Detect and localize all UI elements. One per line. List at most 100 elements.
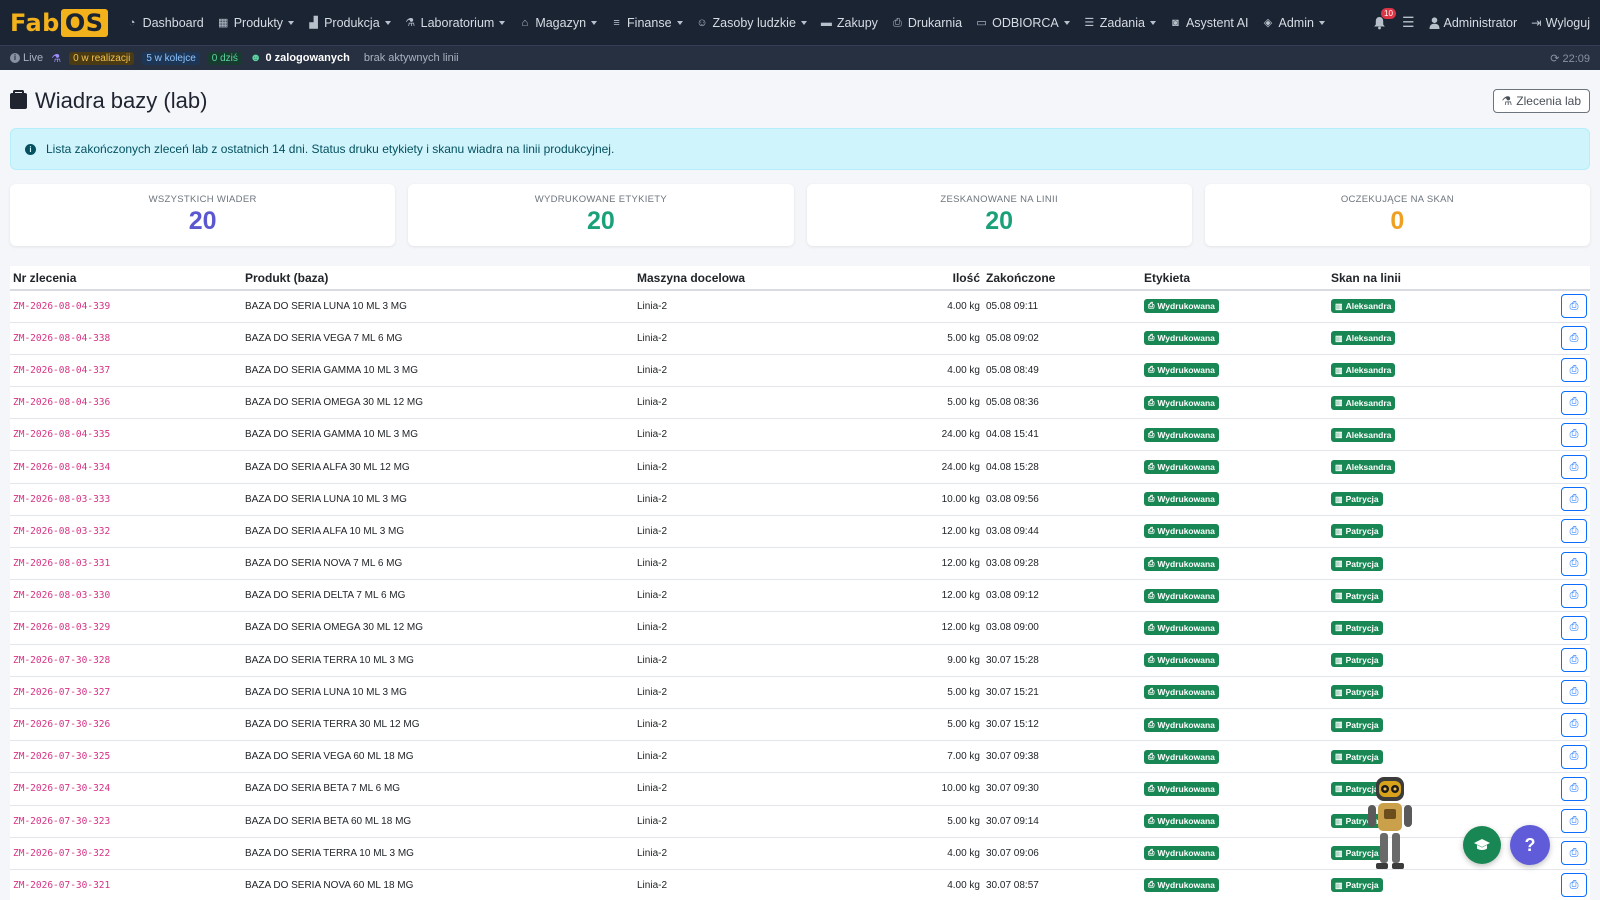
- reprint-label-button[interactable]: ⎙: [1561, 841, 1587, 866]
- printer-icon: ⎙: [1148, 365, 1155, 375]
- nav-item-laboratorium[interactable]: ⚗ Laboratorium: [404, 16, 506, 30]
- reprint-label-button[interactable]: ⎙: [1561, 551, 1587, 576]
- robot-mascot[interactable]: [1360, 775, 1420, 875]
- nav-item-label: Admin: [1278, 15, 1314, 30]
- order-number-link[interactable]: ZM-2026-07-30-326: [13, 719, 110, 730]
- page-title: Wiadra bazy (lab): [10, 88, 207, 114]
- column-header[interactable]: [1526, 266, 1590, 291]
- info-alert-text: Lista zakończonych zleceń lab z ostatnic…: [46, 142, 615, 156]
- app-logo[interactable]: Fab OS: [10, 8, 108, 38]
- order-number-link[interactable]: ZM-2026-07-30-324: [13, 783, 110, 794]
- order-number-link[interactable]: ZM-2026-08-04-339: [13, 301, 110, 312]
- logged-users: ☻ 0 zalogowanych: [250, 52, 350, 64]
- reprint-label-button[interactable]: ⎙: [1561, 744, 1587, 769]
- reprint-label-button[interactable]: ⎙: [1561, 326, 1587, 351]
- stat-cards: WSZYSTKICH WIADER 20 WYDRUKOWANE ETYKIETY 2…: [0, 170, 1600, 246]
- nav-item-admin[interactable]: ◈ Admin: [1262, 16, 1325, 30]
- order-number-link[interactable]: ZM-2026-08-03-332: [13, 526, 110, 537]
- product-name: BAZA DO SERIA LUNA 10 ML 3 MG: [245, 493, 407, 505]
- table-cell: Linia-2: [634, 450, 834, 484]
- order-number-link[interactable]: ZM-2026-08-04-336: [13, 397, 110, 408]
- page-header: Wiadra bazy (lab) ⚗ Zlecenia lab: [0, 70, 1600, 120]
- barcode-icon: ▥: [1335, 398, 1343, 408]
- column-header[interactable]: Etykieta: [1141, 266, 1328, 291]
- product-name: BAZA DO SERIA BETA 60 ML 18 MG: [245, 815, 412, 827]
- scan-operator-name: Patrycja: [1345, 494, 1379, 505]
- scan-operator-name: Aleksandra: [1345, 301, 1392, 312]
- column-header[interactable]: Produkt (baza): [242, 266, 634, 291]
- stat-value: 20: [188, 207, 217, 235]
- notifications-bell-icon[interactable]: 10: [1372, 7, 1396, 31]
- order-number-link[interactable]: ZM-2026-07-30-328: [13, 655, 110, 666]
- nav-item-asystent-ai[interactable]: ◙ Asystent AI: [1169, 16, 1248, 30]
- completed-date: 05.08 08:36: [986, 397, 1039, 409]
- nav-item-produkcja[interactable]: ▟ Produkcja: [307, 16, 391, 30]
- table-cell: 12.00 kg: [834, 611, 983, 645]
- order-number-link[interactable]: ZM-2026-08-03-330: [13, 590, 110, 601]
- scan-operator-name: Aleksandra: [1345, 462, 1392, 473]
- nav-item-odbiorca[interactable]: ▭ ODBIORCA: [975, 16, 1070, 30]
- label-status-text: Wydrukowana: [1157, 816, 1215, 827]
- product-name: BAZA DO SERIA GAMMA 10 ML 3 MG: [245, 364, 419, 376]
- column-header[interactable]: Maszyna docelowa: [634, 266, 834, 291]
- reprint-label-button[interactable]: ⎙: [1561, 294, 1587, 319]
- user-menu[interactable]: Administrator: [1429, 16, 1517, 30]
- reprint-label-button[interactable]: ⎙: [1561, 776, 1587, 801]
- nav-item-zadania[interactable]: ☰ Zadania: [1083, 16, 1156, 30]
- column-header[interactable]: Ilość: [834, 266, 983, 291]
- target-machine: Linia-2: [637, 429, 668, 441]
- completed-date: 30.07 15:28: [986, 654, 1039, 666]
- target-machine: Linia-2: [637, 719, 668, 731]
- order-number-link[interactable]: ZM-2026-07-30-321: [13, 880, 110, 891]
- academy-button[interactable]: [1463, 826, 1501, 864]
- help-button[interactable]: ?: [1510, 825, 1550, 865]
- nav-item-zasoby-ludzkie[interactable]: ☺ Zasoby ludzkie: [696, 16, 807, 30]
- order-number-link[interactable]: ZM-2026-07-30-325: [13, 751, 110, 762]
- label-status-text: Wydrukowana: [1157, 848, 1215, 859]
- reprint-label-button[interactable]: ⎙: [1561, 712, 1587, 737]
- reprint-label-button[interactable]: ⎙: [1561, 615, 1587, 640]
- order-number-link[interactable]: ZM-2026-08-03-331: [13, 558, 110, 569]
- reprint-label-button[interactable]: ⎙: [1561, 809, 1587, 834]
- order-number-link[interactable]: ZM-2026-08-04-338: [13, 333, 110, 344]
- order-number-link[interactable]: ZM-2026-08-04-337: [13, 365, 110, 376]
- reprint-label-button[interactable]: ⎙: [1561, 583, 1587, 608]
- reprint-label-button[interactable]: ⎙: [1561, 873, 1587, 898]
- target-machine: Linia-2: [637, 300, 668, 312]
- completed-date: 05.08 09:02: [986, 332, 1039, 344]
- column-header[interactable]: Nr zlecenia: [10, 266, 242, 291]
- logged-users-label: 0 zalogowanych: [265, 52, 350, 64]
- reprint-label-button[interactable]: ⎙: [1561, 519, 1587, 544]
- hamburger-menu-icon[interactable]: ☰: [1402, 14, 1415, 31]
- table-cell: ⎙: [1526, 611, 1590, 645]
- order-number-link[interactable]: ZM-2026-07-30-323: [13, 816, 110, 827]
- table-cell: ZM-2026-07-30-328: [10, 644, 242, 677]
- nav-item-finanse[interactable]: ≡ Finanse: [610, 16, 683, 30]
- order-number-link[interactable]: ZM-2026-07-30-327: [13, 687, 110, 698]
- logout-link[interactable]: ⇥ Wyloguj: [1531, 15, 1590, 31]
- nav-item-produkty[interactable]: ▦ Produkty: [217, 16, 295, 30]
- reprint-label-button[interactable]: ⎙: [1561, 680, 1587, 705]
- reprint-label-button[interactable]: ⎙: [1561, 422, 1587, 447]
- nav-item-drukarnia[interactable]: ⎙ Drukarnia: [891, 16, 962, 30]
- nav-item-dashboard[interactable]: ◔ Dashboard: [126, 16, 204, 30]
- order-number-link[interactable]: ZM-2026-08-04-335: [13, 429, 110, 440]
- order-number-link[interactable]: ZM-2026-08-03-329: [13, 622, 110, 633]
- lab-orders-button[interactable]: ⚗ Zlecenia lab: [1492, 89, 1590, 113]
- label-status-badge: ⎙ Wydrukowana: [1144, 749, 1219, 764]
- reprint-label-button[interactable]: ⎙: [1561, 648, 1587, 673]
- order-number-link[interactable]: ZM-2026-08-03-333: [13, 494, 110, 505]
- scan-status-badge: ▥ Patrycja: [1331, 556, 1383, 571]
- reprint-label-button[interactable]: ⎙: [1561, 487, 1587, 512]
- reprint-label-button[interactable]: ⎙: [1561, 455, 1587, 480]
- completed-date: 03.08 09:56: [986, 493, 1039, 505]
- nav-item-zakupy[interactable]: ▬ Zakupy: [820, 16, 878, 30]
- column-header[interactable]: Zakończone: [983, 266, 1141, 291]
- barcode-icon: ▥: [1335, 591, 1343, 601]
- column-header[interactable]: Skan na linii: [1328, 266, 1526, 291]
- order-number-link[interactable]: ZM-2026-07-30-322: [13, 848, 110, 859]
- reprint-label-button[interactable]: ⎙: [1561, 390, 1587, 415]
- order-number-link[interactable]: ZM-2026-08-04-334: [13, 462, 110, 473]
- reprint-label-button[interactable]: ⎙: [1561, 358, 1587, 383]
- nav-item-magazyn[interactable]: ⌂ Magazyn: [518, 16, 598, 30]
